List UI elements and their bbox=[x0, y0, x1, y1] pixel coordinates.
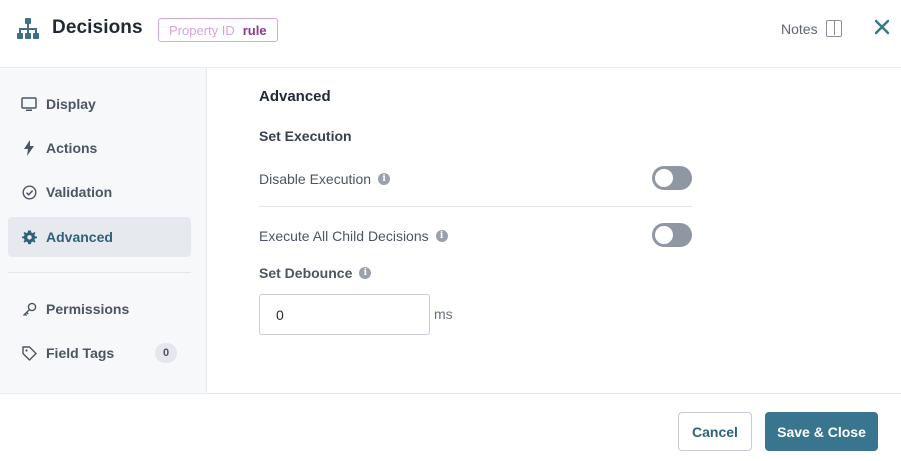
debounce-unit: ms bbox=[434, 306, 452, 322]
sidebar-item-label: Field Tags bbox=[46, 345, 115, 361]
property-id-label: Property ID bbox=[169, 22, 235, 38]
lightning-icon bbox=[21, 140, 37, 156]
disable-execution-toggle[interactable] bbox=[652, 166, 692, 190]
sidebar-item-permissions[interactable]: Permissions bbox=[8, 289, 191, 329]
notes-label: Notes bbox=[781, 20, 818, 37]
sidebar-item-label: Validation bbox=[46, 184, 113, 200]
sidebar-item-advanced[interactable]: Advanced bbox=[8, 217, 191, 257]
sidebar-item-label: Actions bbox=[46, 140, 98, 156]
sidebar-item-field-tags[interactable]: Field Tags 0 bbox=[8, 333, 191, 373]
section-title: Advanced bbox=[259, 88, 331, 105]
cancel-button[interactable]: Cancel bbox=[678, 412, 752, 451]
disable-execution-label: Disable Execution bbox=[259, 171, 372, 187]
side-panel-icon bbox=[825, 20, 842, 37]
row-divider bbox=[259, 206, 692, 207]
close-icon[interactable] bbox=[873, 18, 891, 36]
monitor-icon bbox=[21, 96, 37, 112]
modal-header: Decisions Property ID rule Notes bbox=[0, 0, 901, 68]
sidebar-item-label: Display bbox=[46, 96, 96, 112]
page-title: Decisions bbox=[52, 17, 143, 38]
sidebar-item-label: Permissions bbox=[46, 301, 130, 317]
save-close-button[interactable]: Save & Close bbox=[765, 412, 878, 451]
info-icon[interactable]: i bbox=[359, 267, 372, 279]
sitemap-icon bbox=[17, 18, 39, 39]
property-id-badge: Property ID rule bbox=[158, 18, 278, 42]
sidebar-divider bbox=[8, 272, 191, 273]
disable-execution-row: Disable Execution i bbox=[259, 171, 391, 187]
debounce-input[interactable] bbox=[259, 294, 430, 335]
info-icon[interactable]: i bbox=[435, 230, 448, 242]
field-tags-count-badge: 0 bbox=[155, 343, 177, 363]
modal-footer: Cancel Save & Close bbox=[0, 393, 901, 461]
key-icon bbox=[21, 301, 37, 317]
set-execution-heading: Set Execution bbox=[259, 128, 352, 144]
gear-icon bbox=[21, 229, 37, 245]
notes-button[interactable]: Notes bbox=[781, 20, 842, 37]
execute-all-toggle[interactable] bbox=[652, 223, 692, 247]
check-circle-icon bbox=[21, 184, 37, 200]
sidebar: Display Actions Validation Advanced Perm… bbox=[0, 68, 207, 394]
sidebar-item-validation[interactable]: Validation bbox=[8, 172, 191, 212]
property-id-value: rule bbox=[242, 22, 267, 38]
tag-icon bbox=[21, 345, 37, 361]
set-debounce-row: Set Debounce i bbox=[259, 265, 372, 281]
main-panel: Advanced Set Execution Disable Execution… bbox=[208, 68, 901, 394]
sidebar-item-label: Advanced bbox=[46, 229, 113, 245]
sidebar-item-actions[interactable]: Actions bbox=[8, 128, 191, 168]
set-debounce-label: Set Debounce bbox=[259, 265, 353, 281]
execute-all-row: Execute All Child Decisions i bbox=[259, 228, 448, 244]
info-icon[interactable]: i bbox=[378, 173, 391, 185]
sidebar-item-display[interactable]: Display bbox=[8, 84, 191, 124]
execute-all-label: Execute All Child Decisions bbox=[259, 228, 429, 244]
